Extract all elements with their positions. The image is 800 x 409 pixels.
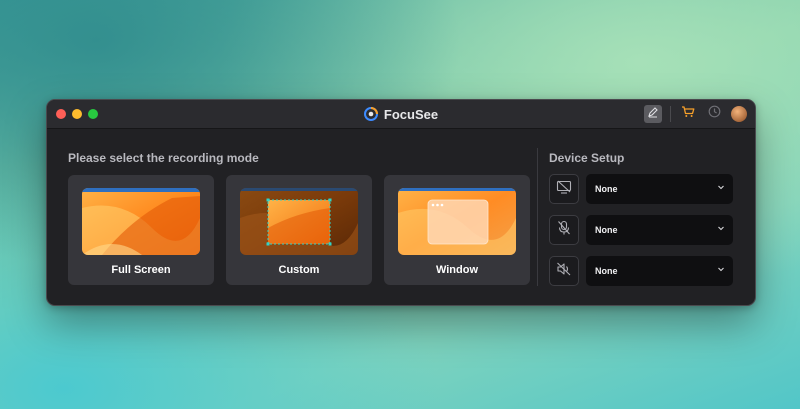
device-row-speaker: None <box>549 256 733 286</box>
toolbar-right <box>644 104 747 124</box>
mode-label: Full Screen <box>111 264 171 276</box>
mode-label: Window <box>435 264 479 276</box>
microphone-toggle-button[interactable] <box>549 215 579 245</box>
chevron-down-icon <box>717 183 725 193</box>
device-setup-heading: Device Setup <box>549 151 625 165</box>
screen-select[interactable]: None <box>586 174 733 204</box>
chevron-down-icon <box>717 265 725 275</box>
mode-card-custom[interactable]: Custom <box>226 175 372 285</box>
avatar[interactable] <box>731 106 747 122</box>
speaker-muted-icon <box>556 262 572 281</box>
mode-card-window[interactable]: Window <box>384 175 530 285</box>
microphone-select[interactable]: None <box>586 215 733 245</box>
recording-mode-heading: Please select the recording mode <box>68 151 259 165</box>
history-button[interactable] <box>705 105 723 123</box>
app-window: FocuSee Please select the recording mode… <box>46 99 756 306</box>
speaker-select-value: None <box>595 266 618 276</box>
device-row-microphone: None <box>549 215 733 245</box>
toolbar-separator <box>670 106 671 122</box>
cart-button[interactable] <box>679 105 697 123</box>
screen-select-value: None <box>595 184 618 194</box>
mode-label: Custom <box>278 264 320 276</box>
screen-off-icon <box>556 180 572 199</box>
title-bar: FocuSee <box>47 100 755 129</box>
chevron-down-icon <box>717 224 725 234</box>
mode-card-full-screen[interactable]: Full Screen <box>68 175 214 285</box>
speaker-toggle-button[interactable] <box>549 256 579 286</box>
microphone-off-icon <box>557 220 571 241</box>
edit-button[interactable] <box>644 105 662 123</box>
microphone-select-value: None <box>595 225 618 235</box>
screen-toggle-button[interactable] <box>549 174 579 204</box>
app-title-text: FocuSee <box>383 106 439 122</box>
window-thumbnail <box>398 188 516 255</box>
focusee-logo-icon <box>363 107 378 121</box>
speaker-select[interactable]: None <box>586 256 733 286</box>
device-row-screen: None <box>549 174 733 204</box>
custom-thumbnail <box>240 188 358 255</box>
section-divider <box>537 148 538 286</box>
clock-icon <box>708 105 721 123</box>
edit-icon <box>647 105 659 123</box>
cart-icon <box>681 105 695 123</box>
full-screen-thumbnail <box>82 188 200 255</box>
